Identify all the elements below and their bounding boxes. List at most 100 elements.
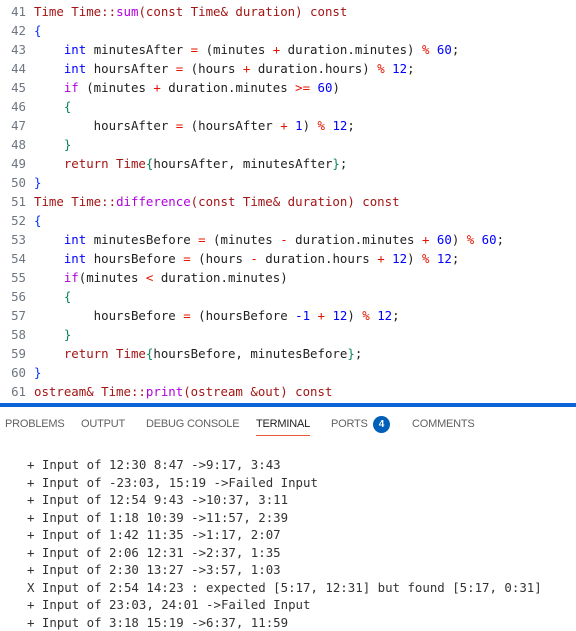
- code-token: minutesBefore: [93, 232, 199, 247]
- code-token: (hoursBefore: [190, 308, 296, 323]
- code-token: +: [280, 118, 288, 133]
- code-token: -1: [295, 308, 311, 323]
- code-token: int: [34, 42, 94, 57]
- code-line[interactable]: 51 Time Time::difference(const Time& dura…: [0, 192, 399, 211]
- tab-ports[interactable]: PORTS: [331, 418, 368, 430]
- terminal-line: + Input of 3:18 15:19 ->6:37, 11:59: [27, 614, 289, 630]
- code-token: ;: [347, 118, 355, 133]
- tab-terminal[interactable]: TERMINAL: [256, 418, 310, 436]
- code-token: 60: [436, 232, 452, 247]
- tab-problems[interactable]: PROBLEMS: [5, 418, 65, 430]
- code-token: {: [34, 213, 42, 228]
- code-token: (hours: [183, 61, 243, 76]
- code-token: (const Time& duration) const: [138, 4, 348, 19]
- code-line[interactable]: 45 if (minutes + duration.minutes >= 60): [0, 78, 340, 97]
- code-token: -: [280, 232, 288, 247]
- line-number: 48: [11, 137, 26, 152]
- code-text: hoursBefore = (hoursBefore -1 + 12) % 12…: [34, 308, 400, 323]
- code-token: ;: [451, 42, 460, 57]
- terminal-line: + Input of 12:54 9:43 ->10:37, 3:11: [27, 492, 289, 507]
- code-line[interactable]: 61 ostream& Time::print(ostream &out) con…: [0, 382, 332, 401]
- tab-debug-console[interactable]: DEBUG CONSOLE: [146, 418, 240, 430]
- code-token: ;: [496, 232, 505, 247]
- code-token: hoursBefore, minutesBefore: [153, 346, 348, 361]
- code-token: }: [34, 175, 42, 190]
- code-token: +: [317, 308, 325, 323]
- code-token: difference: [116, 194, 191, 209]
- code-token: (minutes: [205, 232, 281, 247]
- line-number: 60: [11, 365, 26, 380]
- code-token: int: [34, 251, 94, 266]
- code-token: duration.minutes: [287, 232, 422, 247]
- code-line[interactable]: 49 return Time{hoursAfter, minutesAfter}…: [0, 154, 347, 173]
- code-token: {: [34, 99, 72, 114]
- line-number: 54: [11, 251, 26, 266]
- code-token: {: [34, 289, 72, 304]
- code-line[interactable]: 47 hoursAfter = (hoursAfter + 1) % 12;: [0, 116, 355, 135]
- code-token: duration.hours: [257, 251, 378, 266]
- code-text: int minutesBefore = (minutes - duration.…: [34, 232, 504, 247]
- code-editor[interactable]: 41 Time Time::sum(const Time& duration) c…: [0, 0, 576, 402]
- line-number: 47: [11, 118, 26, 133]
- code-token: ;: [354, 346, 363, 361]
- line-number: 57: [11, 308, 26, 323]
- code-line[interactable]: 58 }: [0, 325, 71, 344]
- code-token: duration.minutes): [153, 270, 288, 285]
- code-text: return Time{hoursBefore, minutesBefore};: [34, 346, 362, 361]
- terminal-line: + Input of 1:42 11:35 ->1:17, 2:07: [27, 527, 281, 542]
- code-token: +: [153, 80, 161, 95]
- code-line[interactable]: 55 if(minutes < duration.minutes): [0, 268, 288, 287]
- code-text: if (minutes + duration.minutes >= 60): [34, 80, 340, 95]
- code-token: 12: [332, 118, 348, 133]
- tab-output[interactable]: OUTPUT: [81, 418, 125, 430]
- code-line[interactable]: 42 {: [0, 21, 41, 40]
- code-line[interactable]: 56 {: [0, 287, 71, 306]
- terminal-line: + Input of 2:06 12:31 ->2:37, 1:35: [27, 544, 281, 560]
- line-number: 55: [11, 270, 26, 285]
- code-token: int: [34, 232, 94, 247]
- code-token: =: [183, 308, 191, 323]
- line-number: 44: [11, 61, 26, 76]
- code-token: =: [183, 251, 191, 266]
- code-token: }: [347, 346, 355, 361]
- code-token: -: [250, 251, 258, 266]
- code-token: >=: [295, 80, 311, 95]
- code-token: %: [362, 308, 370, 323]
- code-text: ostream& Time::print(ostream &out) const: [34, 384, 332, 399]
- code-line[interactable]: 43 int minutesAfter = (minutes + duratio…: [0, 40, 459, 59]
- code-line[interactable]: 41 Time Time::sum(const Time& duration) c…: [0, 2, 347, 21]
- code-line[interactable]: 57 hoursBefore = (hoursBefore -1 + 12) %…: [0, 306, 400, 325]
- code-line[interactable]: 52 {: [0, 211, 41, 230]
- line-number: 49: [11, 156, 26, 171]
- code-token: duration.hours): [250, 61, 378, 76]
- code-text: Time Time::sum(const Time& duration) con…: [34, 4, 347, 19]
- code-line[interactable]: 59 return Time{hoursBefore, minutesBefor…: [0, 344, 362, 363]
- code-line[interactable]: 48 }: [0, 135, 71, 154]
- terminal-output[interactable]: + Input of 12:30 8:47 ->9:17, 3:43 + Inp…: [27, 456, 542, 631]
- code-token: ): [407, 251, 422, 266]
- code-token: %: [377, 61, 385, 76]
- code-token: }: [332, 156, 340, 171]
- code-line[interactable]: 53 int minutesBefore = (minutes - durati…: [0, 230, 504, 249]
- terminal-line: + Input of -23:03, 15:19 ->Failed Input: [27, 474, 318, 490]
- terminal-line: X Input of 2:54 14:23 : expected [5:17, …: [27, 579, 542, 595]
- code-line[interactable]: 54 int hoursBefore = (hours - duration.h…: [0, 249, 459, 268]
- code-line[interactable]: 60}: [0, 363, 41, 382]
- code-text: int hoursBefore = (hours - duration.hour…: [34, 251, 459, 266]
- code-token: hoursAfter, minutesAfter: [153, 156, 333, 171]
- line-number: 58: [11, 327, 26, 342]
- code-token: ): [451, 232, 467, 247]
- code-text: }: [34, 327, 71, 342]
- code-token: ;: [339, 156, 348, 171]
- code-token: +: [377, 251, 385, 266]
- code-line[interactable]: 46 {: [0, 97, 71, 116]
- tab-comments[interactable]: COMMENTS: [412, 418, 475, 430]
- code-line[interactable]: 44 int hoursAfter = (hours + duration.ho…: [0, 59, 414, 78]
- line-number: 59: [11, 346, 26, 361]
- terminal-line: + Input of 2:30 13:27 ->3:57, 1:03: [27, 562, 281, 577]
- code-line[interactable]: 50}: [0, 173, 41, 192]
- code-token: 12: [377, 308, 393, 323]
